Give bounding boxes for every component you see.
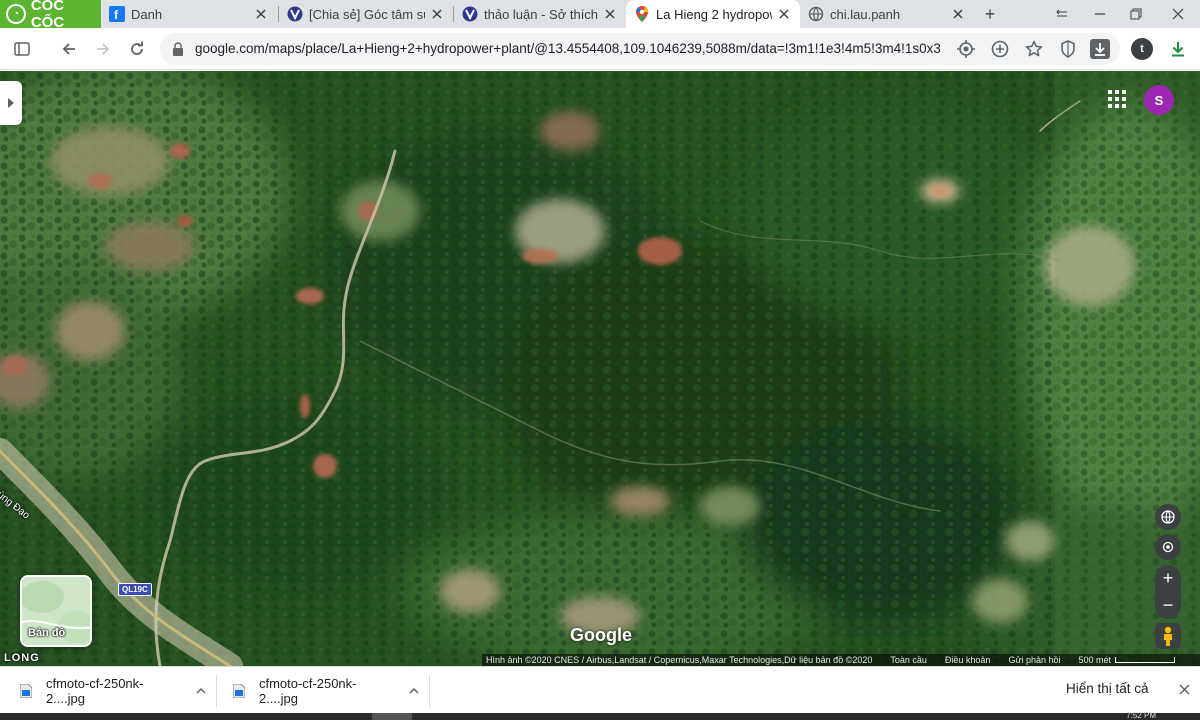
globe-icon xyxy=(808,6,824,22)
bookmark-star-icon[interactable] xyxy=(1024,39,1044,59)
close-icon xyxy=(1178,683,1190,695)
layer-label: Bản đồ xyxy=(28,627,66,639)
close-tab-icon[interactable] xyxy=(602,6,618,22)
image-file-icon xyxy=(233,684,245,698)
tab-chia-se[interactable]: [Chia sẻ] Góc tâm sự xyxy=(279,0,453,28)
tab-strip: ◔ CỐC CỐC f Danh [Chia sẻ] Góc tâm sự th… xyxy=(0,0,1200,31)
close-icon xyxy=(1172,8,1184,20)
new-tab-button[interactable]: + xyxy=(978,2,1002,26)
map-layer-toggle[interactable]: Bản đồ xyxy=(20,575,92,647)
place-label: LONG xyxy=(4,652,40,664)
add-circle-icon[interactable] xyxy=(990,39,1010,59)
address-bar[interactable]: google.com/maps/place/La+Hieng+2+hydropo… xyxy=(160,33,1120,65)
restore-icon xyxy=(1130,8,1142,20)
back-button[interactable] xyxy=(57,37,81,61)
satellite-imagery xyxy=(0,71,1200,666)
forum-icon xyxy=(287,6,303,22)
satellite-map[interactable]: S Hùng Đạo QL19C LONG Bản đồ + − Google … xyxy=(0,71,1200,666)
google-logo: Google xyxy=(570,625,632,645)
feedback-link[interactable]: Gửi phản hồi xyxy=(1008,654,1060,666)
sidebar-panel-icon xyxy=(14,42,30,56)
restore-window-button[interactable] xyxy=(1082,0,1118,28)
chevron-up-icon[interactable] xyxy=(409,687,419,695)
lock-icon[interactable] xyxy=(168,39,188,59)
forum-icon xyxy=(462,6,478,22)
scale-bar xyxy=(1115,657,1176,663)
download-divider xyxy=(216,675,217,707)
show-all-downloads-button[interactable]: Hiển thị tất cả xyxy=(1066,681,1149,696)
download-filename: cfmoto-cf-250nk-2....jpg xyxy=(258,676,357,706)
coccoc-brand-button[interactable]: ◔ CỐC CỐC xyxy=(0,0,101,31)
download-divider xyxy=(429,675,430,707)
browser-toolbar: google.com/maps/place/La+Hieng+2+hydropo… xyxy=(0,28,1200,70)
tab-google-maps[interactable]: La Hieng 2 hydropow xyxy=(626,0,800,28)
collapse-side-panel-button[interactable] xyxy=(0,81,22,125)
road-badge: QL19C xyxy=(118,583,152,596)
close-tab-icon[interactable] xyxy=(429,6,445,22)
tab-title: Danh xyxy=(131,6,163,22)
zoom-controls: + − xyxy=(1155,565,1181,619)
taskbar-active-app[interactable] xyxy=(372,713,412,720)
location-target-icon[interactable] xyxy=(956,39,976,59)
tab-title: [Chia sẻ] Góc tâm sự xyxy=(309,6,425,22)
download-shelf: cfmoto-cf-250nk-2....jpg cfmoto-cf-250nk… xyxy=(0,666,1200,713)
url-text[interactable]: google.com/maps/place/La+Hieng+2+hydropo… xyxy=(195,33,940,65)
globe-view-button[interactable] xyxy=(1155,504,1181,530)
brand-name: CỐC CỐC xyxy=(30,0,65,31)
maximize-window-button[interactable] xyxy=(1118,0,1154,28)
download-video-icon[interactable] xyxy=(1090,39,1110,59)
tab-thao-luan[interactable]: thảo luận - Sở thích xyxy=(454,0,626,28)
global-link[interactable]: Toàn cầu xyxy=(890,654,927,666)
windows-taskbar: 7:52 PM xyxy=(0,711,1200,720)
close-tab-icon[interactable] xyxy=(950,6,966,22)
shield-icon[interactable] xyxy=(1058,39,1078,59)
tab-title: chi.lau.panh xyxy=(830,6,901,22)
download-filename: cfmoto-cf-250nk-2....jpg xyxy=(45,676,144,706)
globe-icon xyxy=(1161,510,1175,524)
my-location-button[interactable] xyxy=(1155,534,1181,560)
forward-button[interactable] xyxy=(91,37,115,61)
close-window-button[interactable] xyxy=(1160,0,1196,28)
close-tab-icon[interactable] xyxy=(776,6,792,22)
reload-icon xyxy=(131,41,143,55)
downloads-button[interactable] xyxy=(1166,37,1190,61)
tab-facebook[interactable]: f Danh xyxy=(101,0,277,28)
imagery-attribution: Hình ảnh ©2020 CNES / Airbus,Landsat / C… xyxy=(486,655,873,665)
close-tab-icon[interactable] xyxy=(253,6,269,22)
chevron-right-icon xyxy=(8,98,14,108)
pegman-icon xyxy=(1164,626,1172,646)
map-attribution-bar: Hình ảnh ©2020 CNES / Airbus,Landsat / C… xyxy=(482,654,1200,666)
close-download-shelf-button[interactable] xyxy=(1174,679,1194,699)
facebook-icon: f xyxy=(109,6,125,22)
profile-avatar[interactable]: t xyxy=(1131,38,1153,60)
image-file-icon xyxy=(20,684,32,698)
taskbar-clock: 7:52 PM xyxy=(1126,711,1156,720)
chevron-up-icon[interactable] xyxy=(196,687,206,695)
coccoc-logo-icon: ◔ xyxy=(6,4,26,24)
arrow-left-icon xyxy=(62,43,75,55)
download-item[interactable]: cfmoto-cf-250nk-2....jpg xyxy=(233,673,419,709)
account-avatar[interactable]: S xyxy=(1144,85,1174,115)
my-location-icon xyxy=(1162,541,1174,553)
download-arrow-icon xyxy=(1172,42,1184,57)
google-apps-button[interactable] xyxy=(1106,88,1128,110)
tab-title: La Hieng 2 hydropow xyxy=(656,6,772,22)
sidebar-toggle-button[interactable] xyxy=(10,37,34,61)
download-item[interactable]: cfmoto-cf-250nk-2....jpg xyxy=(20,673,206,709)
minimize-window-button[interactable] xyxy=(1044,0,1080,28)
apps-grid-icon xyxy=(1108,90,1126,108)
minimize-line-icon xyxy=(1095,13,1105,15)
zoom-out-button[interactable]: − xyxy=(1155,592,1181,619)
scale-text[interactable]: 500 mét xyxy=(1079,654,1112,666)
street-view-pegman[interactable] xyxy=(1155,623,1181,649)
reload-button[interactable] xyxy=(125,37,149,61)
google-maps-pin-icon xyxy=(634,6,650,22)
terms-link[interactable]: Điều khoản xyxy=(945,654,991,666)
zoom-in-button[interactable]: + xyxy=(1155,565,1181,592)
arrow-right-icon xyxy=(97,43,110,55)
minimize-icon xyxy=(1056,9,1067,17)
tab-title: thảo luận - Sở thích xyxy=(484,6,598,22)
tab-chi-lau-panh[interactable]: chi.lau.panh xyxy=(800,0,974,28)
